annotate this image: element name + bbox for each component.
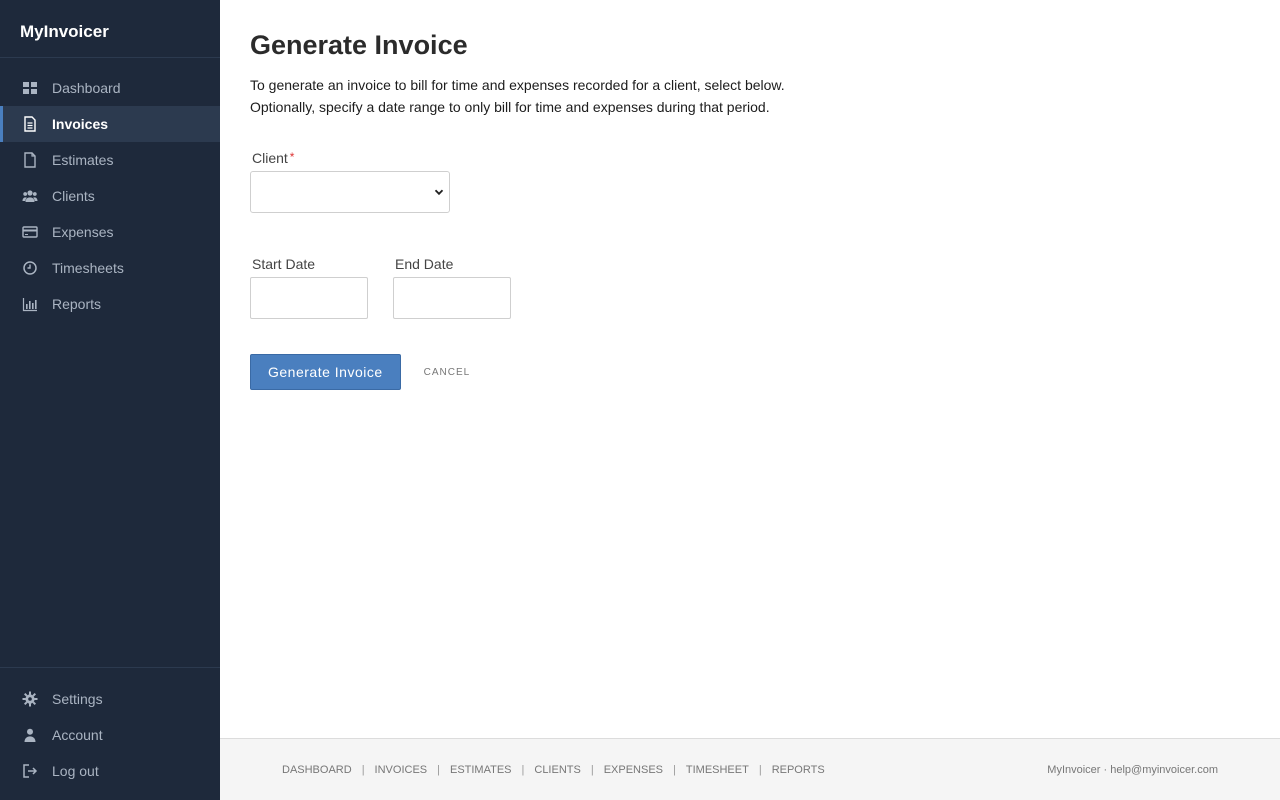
sidebar-item-label: Account xyxy=(52,727,103,743)
sidebar-nav: Dashboard Invoices Estimates Clients Exp… xyxy=(0,70,220,322)
footer-link-timesheet[interactable]: TIMESHEET xyxy=(686,764,749,776)
dashboard-icon xyxy=(20,78,40,98)
sidebar-item-settings[interactable]: Settings xyxy=(0,681,220,717)
footer-link-expenses[interactable]: EXPENSES xyxy=(604,764,663,776)
start-date-label: Start Date xyxy=(252,256,316,272)
sidebar-item-invoices[interactable]: Invoices xyxy=(0,106,220,142)
sidebar-item-label: Settings xyxy=(52,691,103,707)
sidebar-item-label: Timesheets xyxy=(52,260,124,276)
client-field: Client * xyxy=(250,150,450,213)
required-marker: * xyxy=(289,150,295,164)
start-date-input[interactable] xyxy=(250,277,368,319)
page-title: Generate Invoice xyxy=(250,30,468,60)
logout-icon xyxy=(20,761,40,781)
date-range: Start Date End Date xyxy=(250,256,511,319)
footer-separator: | xyxy=(673,763,676,776)
users-icon xyxy=(20,186,40,206)
footer-links: DASHBOARD | INVOICES | ESTIMATES | CLIEN… xyxy=(282,764,825,776)
main-content: Generate Invoice To generate an invoice … xyxy=(220,0,1280,738)
cancel-button[interactable]: CANCEL xyxy=(424,367,471,378)
clock-icon xyxy=(20,258,40,278)
footer-separator: | xyxy=(590,763,594,776)
sidebar-item-clients[interactable]: Clients xyxy=(0,178,220,214)
bar-chart-icon xyxy=(20,294,40,314)
footer-separator: | xyxy=(758,763,762,776)
footer-link-reports[interactable]: REPORTS xyxy=(772,764,825,776)
sidebar-item-label: Clients xyxy=(52,188,95,204)
end-date-field: End Date xyxy=(393,256,511,319)
intro-text: To generate an invoice to bill for time … xyxy=(250,74,1250,118)
sidebar-item-expenses[interactable]: Expenses xyxy=(0,214,220,250)
document-icon xyxy=(20,150,40,170)
footer: DASHBOARD | INVOICES | ESTIMATES | CLIEN… xyxy=(220,738,1280,800)
sidebar-item-reports[interactable]: Reports xyxy=(0,286,220,322)
sidebar-item-label: Invoices xyxy=(52,116,109,132)
chevron-down-icon xyxy=(434,189,444,196)
footer-contact: MyInvoicer · help@myinvoicer.com xyxy=(1047,763,1218,776)
user-icon xyxy=(20,725,40,745)
intro-line-2: Optionally, specify a date range to only… xyxy=(250,99,770,115)
end-date-label: End Date xyxy=(395,256,454,272)
generate-invoice-button[interactable]: Generate Invoice xyxy=(250,354,401,390)
footer-separator: | xyxy=(437,763,440,776)
app-logo[interactable]: MyInvoicer xyxy=(0,0,220,58)
end-date-input[interactable] xyxy=(393,277,511,319)
footer-link-clients[interactable]: CLIENTS xyxy=(534,764,580,776)
footer-link-estimates[interactable]: ESTIMATES xyxy=(450,764,512,776)
start-date-field: Start Date xyxy=(250,256,368,319)
sidebar-item-label: Estimates xyxy=(52,152,114,168)
credit-card-icon xyxy=(20,222,40,242)
footer-separator: | xyxy=(361,763,365,776)
sidebar-item-dashboard[interactable]: Dashboard xyxy=(0,70,220,106)
sidebar-bottom-nav: Settings Account Log out xyxy=(0,667,220,789)
sidebar-item-label: Log out xyxy=(52,763,99,779)
gear-icon xyxy=(20,689,40,709)
sidebar-item-label: Dashboard xyxy=(52,80,121,96)
invoice-icon xyxy=(20,114,40,134)
sidebar-item-logout[interactable]: Log out xyxy=(0,753,220,789)
sidebar-item-timesheets[interactable]: Timesheets xyxy=(0,250,220,286)
footer-link-dashboard[interactable]: DASHBOARD xyxy=(282,764,352,776)
sidebar-item-label: Expenses xyxy=(52,224,114,240)
form-actions: Generate Invoice CANCEL xyxy=(250,354,470,390)
intro-line-1: To generate an invoice to bill for time … xyxy=(250,77,785,93)
client-select[interactable] xyxy=(250,171,450,213)
footer-separator: | xyxy=(521,763,525,776)
sidebar-item-estimates[interactable]: Estimates xyxy=(0,142,220,178)
sidebar-item-label: Reports xyxy=(52,296,102,312)
client-label-text: Client xyxy=(252,150,288,166)
client-label: Client * xyxy=(250,150,450,170)
sidebar-item-account[interactable]: Account xyxy=(0,717,220,753)
footer-link-invoices[interactable]: INVOICES xyxy=(375,764,428,776)
sidebar: MyInvoicer Dashboard Invoices Estimates … xyxy=(0,0,220,800)
